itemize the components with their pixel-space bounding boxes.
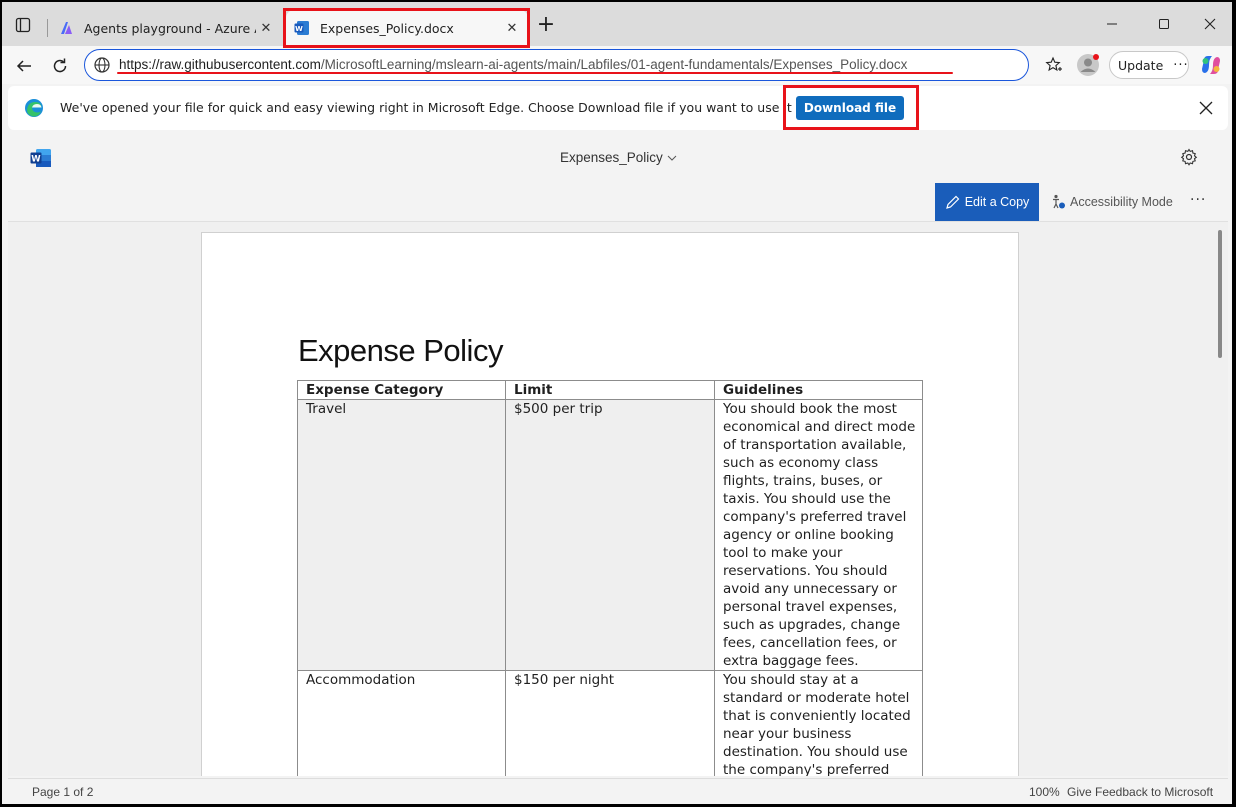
column-header: Expense Category <box>297 380 506 400</box>
accessibility-mode-label: Accessibility Mode <box>1070 195 1173 209</box>
page-indicator: Page 1 of 2 <box>32 785 94 799</box>
tab-actions-button[interactable] <box>10 13 36 37</box>
copilot-icon <box>1202 56 1220 74</box>
accessibility-icon <box>1053 194 1065 209</box>
edit-a-copy-button[interactable]: Edit a Copy <box>935 183 1039 221</box>
close-icon <box>1199 101 1213 115</box>
word-viewer-header: W Expenses_Policy Edit a Copy Accessibil… <box>8 134 1228 221</box>
maximize-icon <box>1159 19 1169 29</box>
word-logo-icon: W <box>30 148 52 172</box>
accessibility-mode-button[interactable]: Accessibility Mode <box>1050 194 1173 210</box>
more-options-icon[interactable]: ··· <box>1190 192 1206 208</box>
tab-separator <box>47 19 48 37</box>
refresh-button[interactable] <box>48 54 72 78</box>
column-header: Limit <box>505 380 715 400</box>
table-row: Accommodation $150 per night You should … <box>297 670 923 776</box>
maximize-button[interactable] <box>1141 12 1187 36</box>
expense-policy-table: Expense Category Limit Guidelines Travel… <box>297 380 923 776</box>
vertical-tabs-icon <box>15 17 31 33</box>
status-bar: Page 1 of 2 100% Give Feedback to Micros… <box>8 778 1228 804</box>
tab-strip: Agents playground - Azure AI Fou ✕ W Exp… <box>2 2 1232 46</box>
limit-cell: $150 per night <box>505 670 715 776</box>
minimize-icon <box>1107 23 1117 25</box>
url-path: /MicrosoftLearning/mslearn-ai-agents/mai… <box>320 57 908 72</box>
document-title-menu[interactable]: Expenses_Policy <box>560 150 677 165</box>
browser-window: Agents playground - Azure AI Fou ✕ W Exp… <box>2 2 1232 804</box>
minimize-button[interactable] <box>1089 12 1135 36</box>
dismiss-infobar-button[interactable] <box>1194 96 1218 120</box>
tab-title: Agents playground - Azure AI Fou <box>84 20 256 36</box>
url-underline-annotation <box>117 72 953 74</box>
guidelines-cell: You should book the most economical and … <box>714 399 923 671</box>
profile-button[interactable] <box>1075 52 1101 78</box>
close-icon <box>1204 18 1216 30</box>
avatar-icon <box>1077 54 1099 76</box>
back-arrow-icon <box>16 60 31 72</box>
category-cell: Accommodation <box>297 670 506 776</box>
document-title: Expenses_Policy <box>560 150 663 165</box>
document-heading: Expense Policy <box>298 333 503 368</box>
vertical-scrollbar[interactable] <box>1218 230 1222 358</box>
highlight-tab-annotation <box>283 8 530 48</box>
more-options-icon: ··· <box>1173 57 1189 73</box>
tab-agents-playground[interactable]: Agents playground - Azure AI Fou ✕ <box>50 10 282 46</box>
url-text: https://raw.githubusercontent.com/Micros… <box>119 57 907 72</box>
highlight-download-annotation <box>783 85 919 130</box>
infobar-message: We've opened your file for quick and eas… <box>60 100 828 115</box>
column-header: Guidelines <box>714 380 923 400</box>
url-host: https://raw.githubusercontent.com <box>119 57 321 72</box>
file-viewer-infobar: We've opened your file for quick and eas… <box>8 86 1228 130</box>
favorites-button[interactable] <box>1042 52 1066 78</box>
azure-ai-foundry-icon <box>58 20 74 36</box>
edge-logo-icon <box>24 98 44 122</box>
settings-gear-icon[interactable] <box>1180 148 1198 170</box>
pencil-icon <box>945 195 960 209</box>
refresh-icon <box>53 58 67 73</box>
update-label: Update <box>1118 57 1164 73</box>
chevron-down-icon <box>667 155 676 161</box>
category-cell: Travel <box>297 399 506 671</box>
guidelines-cell: You should stay at a standard or moderat… <box>714 670 923 776</box>
svg-text:W: W <box>31 154 41 164</box>
back-button[interactable] <box>12 54 36 78</box>
add-favorite-star-icon <box>1045 56 1062 72</box>
document-canvas[interactable]: Expense Policy Expense Category Limit Gu… <box>8 221 1228 776</box>
close-tab-icon[interactable]: ✕ <box>256 21 276 36</box>
zoom-level[interactable]: 100% <box>1029 785 1060 799</box>
close-window-button[interactable] <box>1187 12 1232 36</box>
table-header-row: Expense Category Limit Guidelines <box>297 380 923 400</box>
globe-icon <box>93 56 111 78</box>
give-feedback-link[interactable]: Give Feedback to Microsoft <box>1067 785 1213 799</box>
new-tab-button[interactable]: + <box>535 14 557 36</box>
edit-a-copy-label: Edit a Copy <box>964 195 1030 209</box>
document-page: Expense Policy Expense Category Limit Gu… <box>201 232 1019 776</box>
table-row: Travel $500 per trip You should book the… <box>297 399 923 671</box>
navigation-bar: https://raw.githubusercontent.com/Micros… <box>2 46 1232 84</box>
update-button[interactable]: Update ··· <box>1109 51 1189 79</box>
copilot-button[interactable] <box>1198 52 1224 78</box>
limit-cell: $500 per trip <box>505 399 715 671</box>
address-bar[interactable]: https://raw.githubusercontent.com/Micros… <box>84 49 1029 81</box>
